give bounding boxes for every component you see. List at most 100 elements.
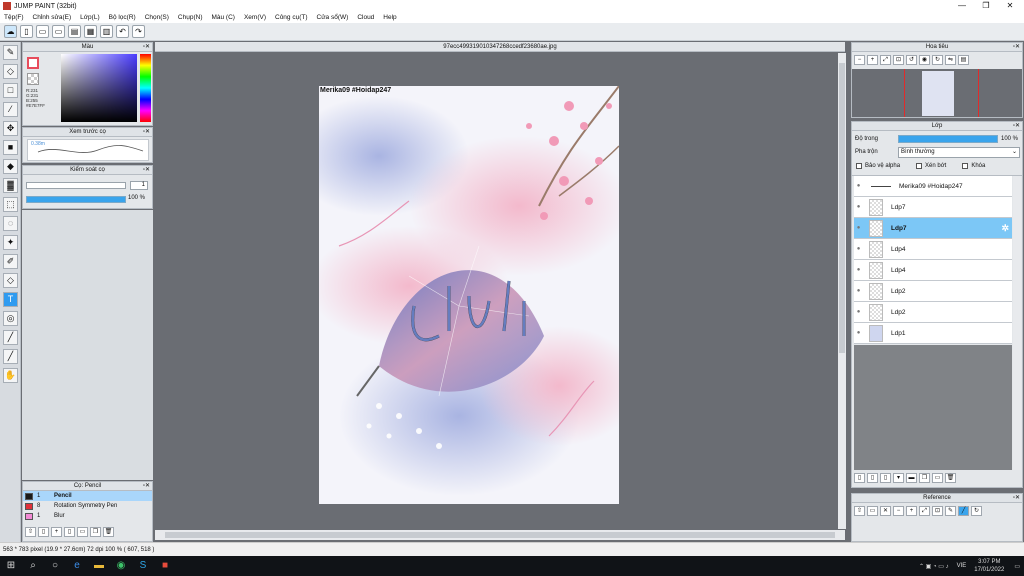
- menu-tools[interactable]: Công cụ(T): [275, 14, 308, 21]
- minimize-button[interactable]: —: [950, 0, 974, 12]
- gradient-tool-icon[interactable]: ▓: [3, 178, 18, 193]
- menu-cloud[interactable]: Cloud: [357, 14, 374, 21]
- brush-size-slider[interactable]: [26, 182, 126, 189]
- menu-view[interactable]: Xem(V): [244, 14, 266, 21]
- magic-wand-icon[interactable]: ✦: [3, 235, 18, 250]
- visibility-icon[interactable]: ●: [854, 204, 863, 210]
- brush-item[interactable]: 1 Pencil: [23, 491, 152, 501]
- new-layer-8bit-icon[interactable]: ▯: [867, 473, 878, 483]
- clock[interactable]: 3:07 PM 17/01/2022: [974, 558, 1004, 574]
- new-layer-icon[interactable]: ▯: [854, 473, 865, 483]
- delete-layer-icon[interactable]: 🗑: [945, 473, 956, 483]
- merge-down-icon[interactable]: ▭: [932, 473, 943, 483]
- protect-alpha-checkbox[interactable]: Bảo vệ alpha: [856, 163, 900, 169]
- add-layer-menu-icon[interactable]: ▾: [893, 473, 904, 483]
- eyedropper-icon[interactable]: ╱: [958, 506, 969, 516]
- fit-icon[interactable]: ⤢: [919, 506, 930, 516]
- visibility-icon[interactable]: ●: [854, 288, 863, 294]
- maximize-button[interactable]: ❐: [974, 0, 998, 12]
- duplicate-layer-icon[interactable]: ❐: [919, 473, 930, 483]
- vertical-scrollbar[interactable]: [838, 53, 846, 529]
- rotate-left-icon[interactable]: ↺: [906, 55, 917, 65]
- new-layer-1bit-icon[interactable]: ▯: [880, 473, 891, 483]
- add-brush-icon[interactable]: +: [51, 527, 62, 537]
- rotate-right-icon[interactable]: ↻: [932, 55, 943, 65]
- horizontal-scrollbar[interactable]: [155, 530, 845, 540]
- hand-tool-icon[interactable]: ✋: [3, 368, 18, 383]
- task-view-icon[interactable]: ○: [44, 556, 66, 576]
- delete-brush-icon[interactable]: 🗑: [103, 527, 114, 537]
- fit-icon[interactable]: ⤢: [880, 55, 891, 65]
- menu-layer[interactable]: Lớp(L): [80, 14, 99, 21]
- eraser-tool-icon[interactable]: ◇: [3, 64, 18, 79]
- close-ref-icon[interactable]: ✕: [880, 506, 891, 516]
- visibility-icon[interactable]: ●: [854, 267, 863, 273]
- menu-color[interactable]: Màu (C): [211, 14, 234, 21]
- zoom-in-icon[interactable]: +: [867, 55, 878, 65]
- layer-opacity-slider[interactable]: [898, 135, 998, 143]
- visibility-icon[interactable]: ●: [854, 330, 863, 336]
- new-file-icon[interactable]: ▯: [20, 25, 33, 38]
- saturation-value-picker[interactable]: [61, 54, 137, 122]
- search-icon[interactable]: ⌕: [22, 556, 44, 576]
- layer-row[interactable]: ● Merika09 #Hoidap247: [854, 176, 1012, 197]
- clipping-checkbox[interactable]: Xén bớt: [916, 163, 946, 169]
- zoom-in-icon[interactable]: +: [906, 506, 917, 516]
- file-explorer-icon[interactable]: ▬: [88, 556, 110, 576]
- eyedropper2-tool-icon[interactable]: ╱: [3, 349, 18, 364]
- actual-size-icon[interactable]: ⊡: [932, 506, 943, 516]
- ruler-tool-icon[interactable]: ◎: [3, 311, 18, 326]
- brush-tool-icon[interactable]: ⁄: [3, 102, 18, 117]
- select-eraser-icon[interactable]: ◇: [3, 273, 18, 288]
- template-icon[interactable]: ▥: [100, 25, 113, 38]
- fill-rect-icon[interactable]: ■: [3, 140, 18, 155]
- select-tool-icon[interactable]: ⬚: [3, 197, 18, 212]
- brush-item[interactable]: 1 Blur: [23, 511, 152, 521]
- chrome-icon[interactable]: ◉: [110, 556, 132, 576]
- layer-row[interactable]: ● Ldp4: [854, 239, 1012, 260]
- notification-icon[interactable]: ▭: [1014, 563, 1020, 570]
- actual-size-icon[interactable]: ⊡: [893, 55, 904, 65]
- layer-row[interactable]: ● Ldp4: [854, 260, 1012, 281]
- menu-help[interactable]: Help: [383, 14, 396, 21]
- visibility-icon[interactable]: ●: [854, 183, 863, 189]
- upload-icon[interactable]: ⇧: [854, 506, 865, 516]
- open-folder-icon[interactable]: ▭: [867, 506, 878, 516]
- menu-select[interactable]: Chọn(S): [145, 14, 169, 21]
- eyedropper-tool-icon[interactable]: ╱: [3, 330, 18, 345]
- layer-row[interactable]: ● Ldp2: [854, 281, 1012, 302]
- document-tab[interactable]: 97ecc499319010347268ccedf23680ae.jpg: [155, 42, 845, 52]
- folder-icon[interactable]: ▭: [77, 527, 88, 537]
- visibility-icon[interactable]: ●: [854, 225, 863, 231]
- duplicate-icon[interactable]: ❐: [90, 527, 101, 537]
- view-icon[interactable]: ▤: [958, 55, 969, 65]
- close-button[interactable]: ✕: [998, 0, 1022, 12]
- copy-brush-icon[interactable]: ▯: [64, 527, 75, 537]
- text-tool-icon[interactable]: T: [3, 292, 18, 307]
- pen-tool-icon[interactable]: ✎: [3, 45, 18, 60]
- layer-folder-icon[interactable]: ▬: [906, 473, 917, 483]
- menu-window[interactable]: Cửa sổ(W): [317, 14, 349, 21]
- zoom-out-icon[interactable]: −: [893, 506, 904, 516]
- select-pen-icon[interactable]: ✐: [3, 254, 18, 269]
- pen-icon[interactable]: ✎: [945, 506, 956, 516]
- layer-row[interactable]: ● Ldp7: [854, 197, 1012, 218]
- menu-file[interactable]: Tệp(F): [4, 14, 24, 21]
- upload-icon[interactable]: ⇧: [25, 527, 36, 537]
- brush-item[interactable]: 8 Rotation Symmetry Pen: [23, 501, 152, 511]
- bucket-tool-icon[interactable]: ◆: [3, 159, 18, 174]
- brush-opacity-slider[interactable]: [26, 196, 126, 203]
- comment-icon[interactable]: ▭: [36, 25, 49, 38]
- layer-row[interactable]: ● Ldp2: [854, 302, 1012, 323]
- cloud-icon[interactable]: ☁: [4, 25, 17, 38]
- visibility-icon[interactable]: ●: [854, 309, 863, 315]
- rotate-reset-icon[interactable]: ◉: [919, 55, 930, 65]
- hue-slider[interactable]: [140, 54, 151, 122]
- redo-icon[interactable]: ↷: [132, 25, 145, 38]
- rotate-icon[interactable]: ↻: [971, 506, 982, 516]
- settings-gear-icon[interactable]: ✲: [1001, 223, 1009, 234]
- menu-capture[interactable]: Chụp(N): [178, 14, 203, 21]
- new-brush-icon[interactable]: ▯: [38, 527, 49, 537]
- drawing-canvas[interactable]: Merika09 #Hoidap247: [319, 86, 619, 504]
- grid-icon[interactable]: ▦: [84, 25, 97, 38]
